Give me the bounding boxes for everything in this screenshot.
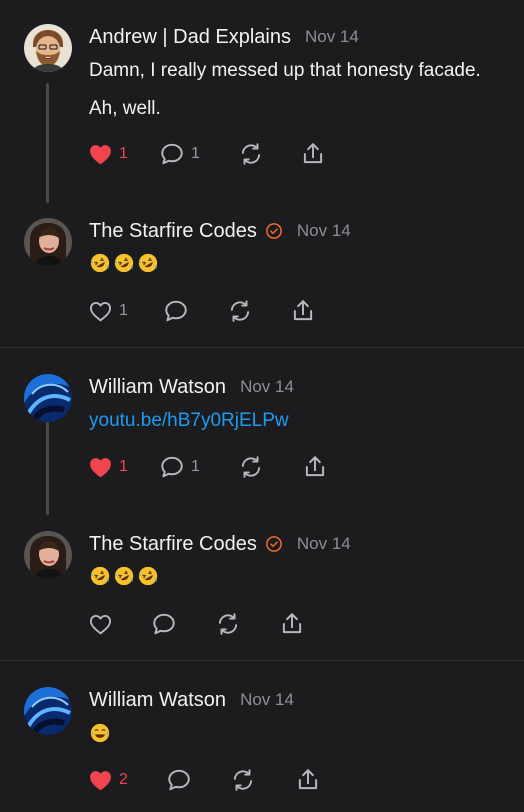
share-icon [302,454,328,480]
verified-badge-icon [265,222,283,240]
share-button[interactable] [290,297,316,325]
post-emoji [89,252,159,274]
like-button[interactable]: 2 [88,766,128,794]
divider [0,347,524,348]
post-emoji [89,722,111,744]
post-time[interactable]: Nov 14 [297,221,351,241]
post-link[interactable]: youtu.be/hB7y0RjELPw [89,410,289,432]
repost-button[interactable] [215,610,241,638]
like-count: 1 [119,458,128,475]
rolling-laughing-emoji-icon [89,252,111,274]
rolling-laughing-emoji-icon [89,565,111,587]
repost-icon [238,454,264,480]
repost-button[interactable] [238,140,264,168]
comment-icon [159,141,185,167]
repost-button[interactable] [238,453,264,481]
author-name[interactable]: William Watson [89,376,226,399]
blue-abstract-avatar-icon [24,374,72,422]
repost-icon [230,767,256,793]
author-name[interactable]: Andrew | Dad Explains [89,26,291,49]
author-name[interactable]: The Starfire Codes [89,533,257,556]
tears-of-joy-emoji-icon [89,722,111,744]
share-icon [290,298,316,324]
like-count: 1 [119,302,128,319]
woman-avatar-icon [24,218,72,266]
post-time[interactable]: Nov 14 [240,690,294,710]
reply-button[interactable] [163,297,189,325]
thread-line [46,422,49,515]
share-icon [279,611,305,637]
reply-button[interactable]: 1 [159,140,200,168]
rolling-laughing-emoji-icon [113,565,135,587]
share-button[interactable] [295,766,321,794]
heart-outline-icon [88,299,113,324]
like-count: 1 [119,145,128,162]
verified-badge-icon [265,535,283,553]
post-time[interactable]: Nov 14 [240,377,294,397]
like-button[interactable]: 1 [88,140,128,168]
share-button[interactable] [279,610,305,638]
post-text: Ah, well. [89,98,161,119]
heart-filled-icon [88,768,113,793]
comment-icon [151,611,177,637]
post-time[interactable]: Nov 14 [305,27,359,47]
avatar[interactable] [24,687,72,735]
repost-icon [227,298,253,324]
avatar[interactable] [24,531,72,579]
avatar[interactable] [24,218,72,266]
woman-avatar-icon [24,531,72,579]
like-button[interactable]: 1 [88,297,128,325]
reply-button[interactable] [151,610,177,638]
repost-button[interactable] [230,766,256,794]
comment-icon [163,298,189,324]
post-text: Damn, I really messed up that honesty fa… [89,60,481,81]
rolling-laughing-emoji-icon [137,252,159,274]
avatar[interactable] [24,374,72,422]
reply-count: 1 [191,458,200,475]
heart-filled-icon [88,142,113,167]
reply-count: 1 [191,145,200,162]
post-time[interactable]: Nov 14 [297,534,351,554]
post-emoji [89,565,159,587]
blue-abstract-avatar-icon [24,687,72,735]
heart-filled-icon [88,455,113,480]
thread-line [46,83,49,203]
comment-icon [159,454,185,480]
share-button[interactable] [300,140,326,168]
like-button[interactable]: 1 [88,453,128,481]
heart-outline-icon [88,612,113,637]
like-count: 2 [119,771,128,788]
avatar[interactable] [24,24,72,72]
reply-button[interactable] [166,766,192,794]
author-name[interactable]: The Starfire Codes [89,220,257,243]
share-icon [295,767,321,793]
reply-button[interactable]: 1 [159,453,200,481]
comment-icon [166,767,192,793]
author-name[interactable]: William Watson [89,689,226,712]
like-button[interactable] [88,610,113,638]
share-button[interactable] [302,453,328,481]
share-icon [300,141,326,167]
rolling-laughing-emoji-icon [137,565,159,587]
repost-button[interactable] [227,297,253,325]
rolling-laughing-emoji-icon [113,252,135,274]
repost-icon [215,611,241,637]
divider [0,660,524,661]
repost-icon [238,141,264,167]
bearded-man-avatar-icon [24,24,72,72]
